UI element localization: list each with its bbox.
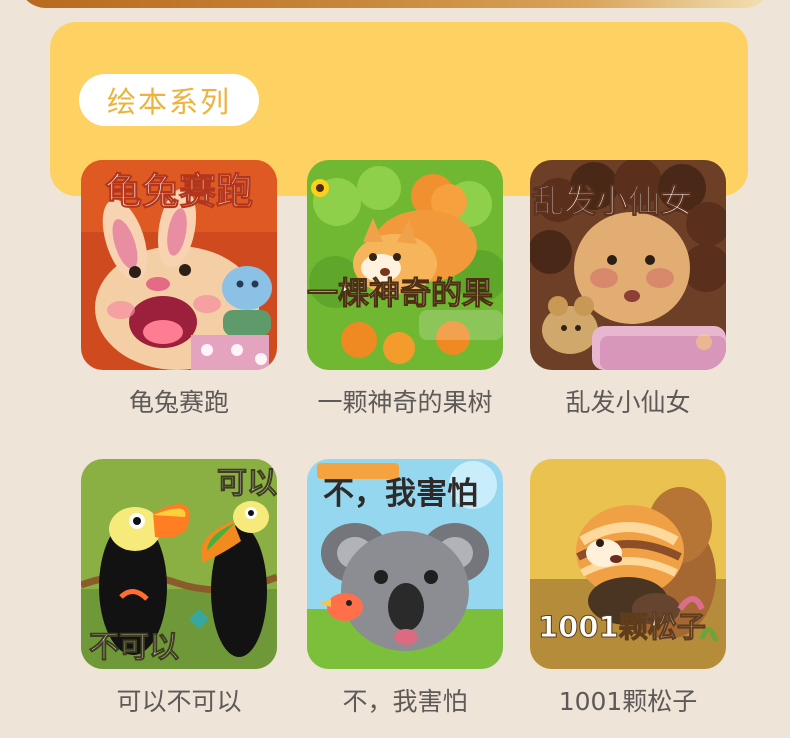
chipmunk-illustration-icon: 1001颗松子: [530, 459, 726, 669]
book-cover-4-bottom-text: 不可以: [89, 630, 179, 665]
book-cover-2-text: 一棵神奇的果: [307, 276, 493, 312]
book-cover-5-text: 不，我害怕: [323, 476, 478, 512]
book-cover-5[interactable]: 不，我害怕: [307, 459, 503, 669]
section-title: 绘本系列: [106, 85, 231, 119]
koala-illustration-icon: 不，我害怕: [307, 459, 503, 669]
book-cover-1[interactable]: 龟兔赛跑: [81, 160, 277, 370]
book-cover-4-top-text: 可以: [217, 466, 277, 501]
book-title-5[interactable]: 不，我害怕: [277, 687, 533, 717]
book-cover-4[interactable]: 可以 不可以: [81, 459, 277, 669]
section-pill: 绘本系列: [79, 74, 259, 126]
book-cover-2[interactable]: 一棵神奇的果: [307, 160, 503, 370]
book-cover-6[interactable]: 1001颗松子: [530, 459, 726, 669]
book-title-4[interactable]: 可以不可以: [51, 687, 307, 717]
book-cover-6-text: 1001颗松子: [538, 610, 706, 644]
book-cover-3-text: 乱发小仙女: [532, 182, 692, 220]
book-cover-3[interactable]: 乱发小仙女: [530, 160, 726, 370]
squirrel-illustration-icon: 一棵神奇的果: [307, 160, 503, 370]
toucan-illustration-icon: 可以 不可以: [81, 459, 277, 669]
book-title-3[interactable]: 乱发小仙女: [500, 388, 756, 418]
curly-hair-girl-illustration-icon: 乱发小仙女: [530, 160, 726, 370]
rabbit-and-turtle-illustration-icon: 龟兔赛跑: [81, 160, 277, 370]
book-title-6[interactable]: 1001颗松子: [500, 687, 756, 717]
book-cover-1-text: 龟兔赛跑: [105, 170, 253, 213]
top-banner-edge: [0, 0, 790, 10]
book-title-1[interactable]: 龟兔赛跑: [51, 388, 307, 418]
book-title-2[interactable]: 一颗神奇的果树: [277, 388, 533, 418]
